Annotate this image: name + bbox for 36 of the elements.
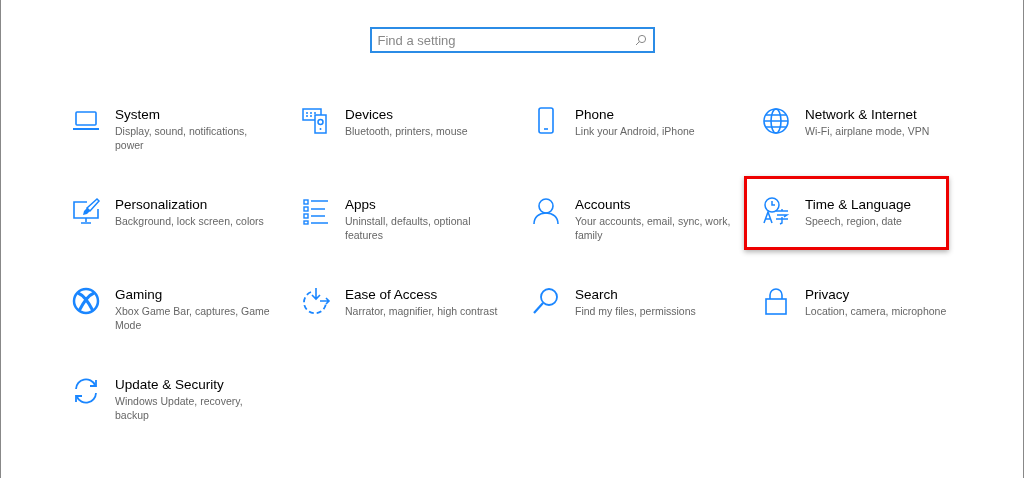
category-description: Display, sound, notifications, power [115, 124, 249, 152]
category-description: Location, camera, microphone [805, 304, 948, 318]
category-description: Bluetooth, printers, mouse [345, 124, 469, 138]
category-title[interactable]: System [115, 106, 275, 124]
category-description: Uninstall, defaults, optional features [345, 214, 472, 242]
search-field[interactable]: Find a setting [369, 27, 655, 53]
person-icon[interactable] [531, 196, 561, 226]
search-icon [634, 34, 647, 46]
search-icon[interactable] [531, 286, 561, 316]
category-title[interactable]: Accounts [575, 196, 735, 214]
monitor-brush-icon[interactable] [71, 196, 101, 226]
category-title[interactable]: Search [575, 286, 735, 304]
category-description: Windows Update, recovery, backup [115, 394, 244, 422]
dashed-circle-arrow-icon[interactable] [301, 286, 331, 316]
category-title[interactable]: Personalization [115, 196, 275, 214]
category-description: Find my files, permissions [575, 304, 697, 318]
category-title[interactable]: Gaming [115, 286, 275, 304]
list-icon[interactable] [301, 196, 331, 226]
category-description: Xbox Game Bar, captures, Game Mode [115, 304, 271, 332]
category-title[interactable]: Devices [345, 106, 505, 124]
category-description: Wi-Fi, airplane mode, VPN [805, 124, 931, 138]
category-title[interactable]: Apps [345, 196, 505, 214]
category-description: Your accounts, email, sync, work, family [575, 214, 732, 242]
xbox-icon[interactable] [71, 286, 101, 316]
category-title[interactable]: Privacy [805, 286, 965, 304]
clock-character-icon[interactable] [761, 196, 791, 226]
category-title[interactable]: Time & Language [805, 196, 965, 214]
category-description: Narrator, magnifier, high contrast [345, 304, 499, 318]
category-title[interactable]: Phone [575, 106, 735, 124]
category-title[interactable]: Update & Security [115, 376, 275, 394]
category-description: Link your Android, iPhone [575, 124, 696, 138]
category-title[interactable]: Network & Internet [805, 106, 965, 124]
category-description: Background, lock screen, colors [115, 214, 265, 228]
category-title[interactable]: Ease of Access [345, 286, 505, 304]
category-description: Speech, region, date [805, 214, 903, 228]
globe-icon[interactable] [761, 106, 791, 136]
